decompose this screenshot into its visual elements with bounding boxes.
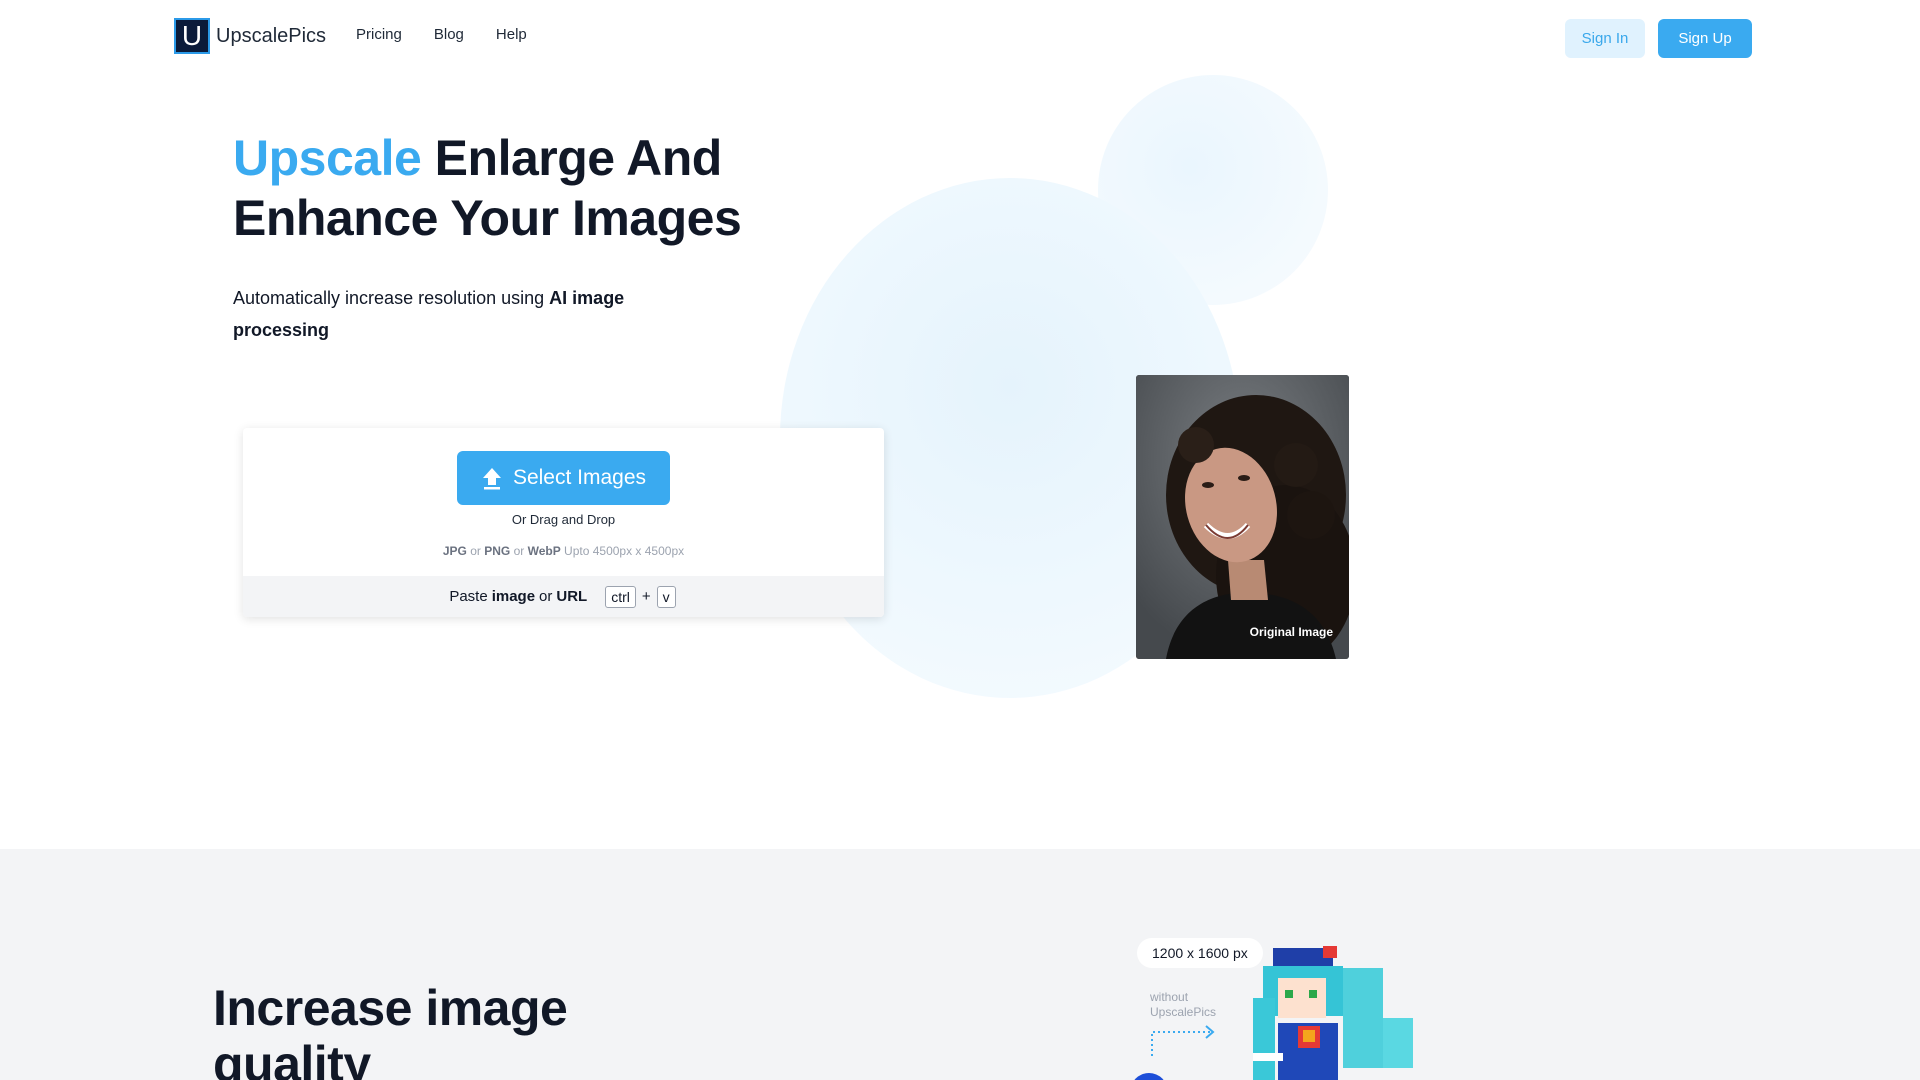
brand-name: UpscalePics bbox=[216, 24, 327, 47]
hero-subtitle: Automatically increase resolution using … bbox=[233, 282, 673, 346]
supported-formats: JPG or PNG or WebP Upto 4500px x 4500px bbox=[243, 544, 884, 558]
paste-bar[interactable]: Paste image or URL ctrl + v bbox=[243, 576, 884, 617]
nav-link-pricing[interactable]: Pricing bbox=[356, 26, 402, 43]
format-sep: or bbox=[466, 544, 485, 558]
drag-drop-text: Or Drag and Drop bbox=[511, 512, 616, 527]
format-jpg: JPG bbox=[442, 544, 467, 558]
nav-link-help[interactable]: Help bbox=[496, 26, 527, 43]
paste-image: image bbox=[491, 588, 536, 605]
top-nav: U UpscalePics Pricing Blog Help Sign In … bbox=[0, 0, 1920, 76]
without-line2: UpscalePics bbox=[1150, 1005, 1217, 1019]
original-image-label: Original Image bbox=[1249, 625, 1333, 639]
paste-url: URL bbox=[556, 588, 588, 605]
original-image-preview: Original Image bbox=[1136, 375, 1349, 659]
format-png: PNG bbox=[484, 544, 511, 558]
without-line1: without bbox=[1150, 990, 1189, 1004]
key-plus: + bbox=[641, 588, 651, 605]
upload-icon bbox=[481, 466, 503, 490]
pixelated-sample-image bbox=[1233, 938, 1428, 1080]
key-v: v bbox=[656, 585, 676, 608]
upload-dropzone[interactable]: Select Images Or Drag and Drop JPG or PN… bbox=[243, 428, 884, 617]
nav-link-blog[interactable]: Blog bbox=[434, 26, 464, 43]
without-caption: without UpscalePics bbox=[1150, 990, 1216, 1020]
hero-title-line2: Enhance Your Images bbox=[233, 190, 742, 246]
nav-links: Pricing Blog Help bbox=[356, 26, 527, 43]
hero-title: Upscale Enlarge And Enhance Your Images bbox=[233, 128, 793, 248]
sign-up-button[interactable]: Sign Up bbox=[1658, 19, 1752, 58]
select-images-button[interactable]: Select Images bbox=[457, 451, 670, 505]
hero-title-accent: Upscale bbox=[233, 130, 422, 186]
hero-subtitle-text: Automatically increase resolution using bbox=[233, 288, 550, 308]
format-limit: Upto 4500px x 4500px bbox=[560, 544, 685, 558]
paste-prefix: Paste bbox=[449, 588, 488, 605]
key-ctrl: ctrl bbox=[605, 585, 636, 608]
portrait-photo bbox=[1136, 375, 1349, 659]
hero-title-line1: Enlarge And bbox=[421, 130, 723, 186]
paste-or: or bbox=[539, 588, 553, 605]
size-badge: 1200 x 1600 px bbox=[1137, 938, 1263, 968]
section-title: Increase image quality bbox=[213, 980, 568, 1080]
format-sep: or bbox=[510, 544, 528, 558]
select-images-label: Select Images bbox=[512, 466, 647, 489]
logo[interactable]: U UpscalePics bbox=[174, 18, 326, 54]
dotted-arrow-icon bbox=[1151, 1025, 1215, 1056]
logo-mark: U bbox=[174, 18, 210, 54]
sign-in-button[interactable]: Sign In bbox=[1565, 19, 1645, 58]
format-webp: WebP bbox=[527, 544, 561, 558]
